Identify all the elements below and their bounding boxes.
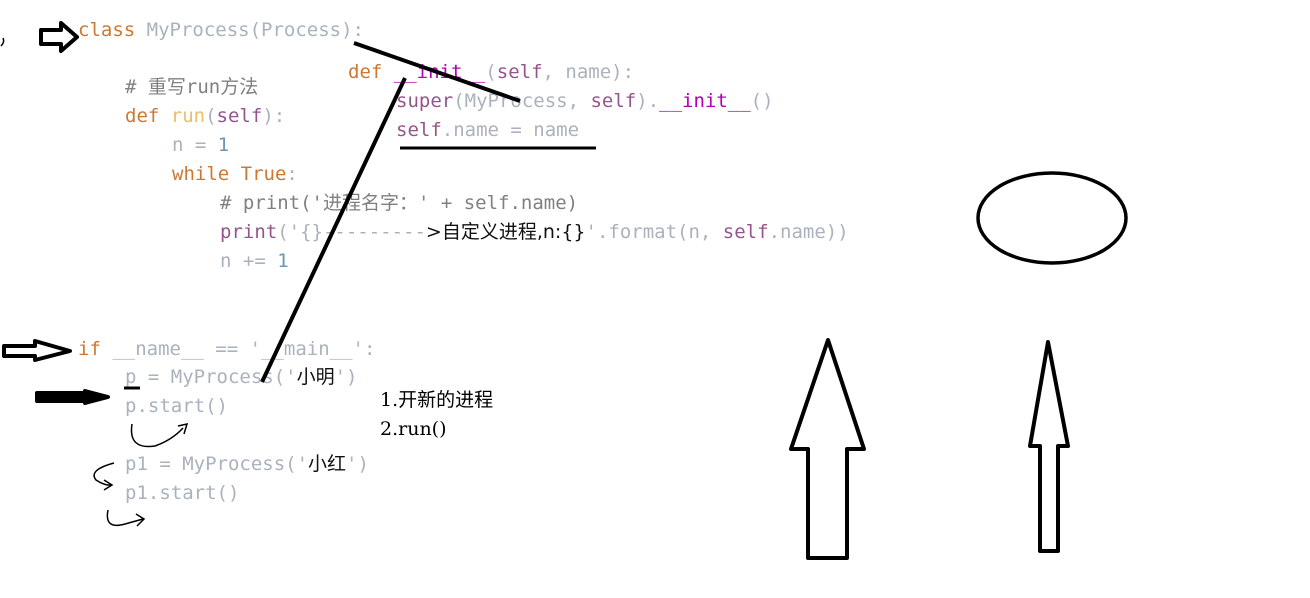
curved-arrow-icon [130, 423, 184, 448]
string: ('{}--------- [277, 221, 426, 243]
print-call: print [220, 221, 278, 243]
code-line-p1-start: p1.start() [125, 481, 239, 505]
keyword: if [78, 338, 101, 360]
code-line-p1: p1 = MyProcess('小红') [125, 452, 369, 476]
code-line-self-name: self.name = name [396, 118, 579, 142]
self-ref: self [722, 221, 769, 243]
up-arrow-icon [1028, 340, 1070, 553]
self-ref: self [396, 119, 442, 141]
code-line-n-inc: n += 1 [220, 249, 289, 273]
class-name: MyProcess [135, 19, 250, 41]
code-line-print: print('{}--------->自定义进程,n:{}'.format(n,… [220, 220, 849, 244]
call: p.start() [125, 395, 228, 417]
params: , name): [542, 61, 635, 83]
init-call: __init__ [659, 90, 751, 112]
condition: __name__ == '__main__': [100, 338, 376, 360]
code-line-n-init: n = 1 [172, 133, 229, 157]
curved-arrow-icon [93, 462, 115, 486]
assignment: p = MyProcess(' [125, 366, 297, 388]
keyword: def [348, 61, 383, 83]
paren-close: ') [334, 366, 358, 388]
arrow-head [135, 513, 146, 527]
ellipse-shape [976, 171, 1128, 265]
paren-close: ') [346, 453, 369, 475]
tick-mark [0, 37, 5, 47]
self-arg: self [590, 90, 637, 112]
code-line-p: p = MyProcess('小明') [125, 365, 358, 389]
dot: ). [636, 90, 660, 112]
right-arrow-icon [35, 389, 110, 405]
var: n += [220, 250, 278, 272]
format-call: '.format(n, [585, 221, 723, 243]
method-name: run [159, 105, 206, 127]
note-step1: 1.开新的进程 [380, 389, 494, 411]
method-name: __init__ [393, 61, 486, 83]
arrow-head [103, 479, 114, 491]
code-line-run: def run(self): [125, 104, 285, 128]
call: p1.start() [125, 482, 240, 504]
assignment: p1 = MyProcess(' [125, 453, 309, 475]
code-line-p-start: p.start() [125, 394, 228, 418]
code-line-comment-print: # print('进程名字：' + self.name) [220, 191, 578, 215]
keyword: True [229, 163, 287, 185]
right-arrow-icon [2, 339, 72, 362]
comment: # 重写run方法 [125, 76, 259, 98]
super-call: super [396, 90, 454, 112]
code-line-if-main: if __name__ == '__main__': [78, 337, 375, 361]
number: 1 [217, 134, 230, 156]
paren: ( [485, 61, 497, 83]
number: 1 [277, 250, 289, 272]
keyword: while [172, 163, 230, 185]
args: .name)) [768, 221, 849, 243]
code-line-while: while True: [172, 162, 298, 186]
args: (MyProcess, [453, 90, 591, 112]
right-arrow-icon [39, 21, 79, 53]
arrow-head [177, 422, 189, 435]
var: n = [172, 134, 218, 156]
paren-close: ): [262, 105, 286, 127]
self-param: self [216, 105, 263, 127]
string-chinese: 小红 [308, 453, 347, 475]
string-chinese: 小明 [296, 366, 335, 388]
string-chinese: >自定义进程,n:{} [425, 221, 586, 243]
code-line-comment: # 重写run方法 [125, 75, 258, 99]
call-parens: () [750, 90, 774, 112]
code-line-class: class MyProcess(Process): [78, 18, 364, 42]
up-arrow-icon [789, 338, 866, 560]
curved-arrow-icon [106, 509, 144, 527]
keyword: def [125, 105, 160, 127]
comment: # print('进程名字：' + self.name) [220, 192, 579, 214]
self-param: self [496, 61, 543, 83]
keyword: class [78, 19, 136, 41]
assignment: .name = name [441, 119, 580, 141]
paren: ( [205, 105, 217, 127]
code-line-super: super(MyProcess, self).__init__() [396, 89, 774, 113]
colon: : [286, 163, 298, 185]
class-parent: (Process): [249, 19, 364, 41]
code-line-init: def __init__(self, name): [348, 60, 634, 84]
note-step2: 2.run() [380, 418, 447, 440]
